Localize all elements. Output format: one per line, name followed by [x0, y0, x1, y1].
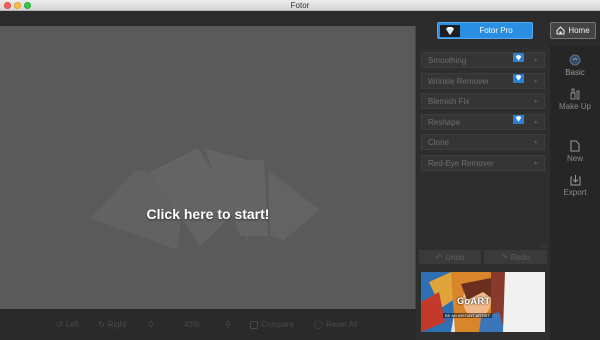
chevron-right-icon: ▸ — [534, 77, 538, 85]
nav-new[interactable]: New — [550, 140, 600, 163]
chevron-right-icon: ▸ — [534, 98, 538, 105]
compare-label: Compare — [261, 320, 294, 329]
zoom-out-button[interactable]: ⚲ — [148, 320, 154, 329]
tool-clone[interactable]: Clone ▸ — [421, 134, 545, 150]
rotate-right-icon: ↻ — [98, 320, 105, 329]
chevron-right-icon: ▸ — [534, 57, 538, 64]
reset-all-label: Reset All — [325, 320, 358, 329]
makeup-icon — [570, 88, 580, 100]
compare-button[interactable]: Compare — [250, 320, 294, 329]
undo-button[interactable]: ↶ Undo — [419, 250, 481, 264]
zoom-level: 43% — [184, 320, 201, 329]
pro-diamond-icon — [513, 73, 524, 83]
new-file-icon — [570, 140, 580, 152]
tool-reshape[interactable]: Reshape ▸ — [421, 113, 545, 130]
redo-button[interactable]: ↷ Redo — [484, 250, 547, 264]
reset-icon: ◯ — [314, 320, 323, 329]
tool-label: Reshape — [428, 117, 461, 127]
home-label: Home — [568, 26, 590, 35]
diamond-icon — [440, 25, 460, 37]
undo-label: Undo — [445, 252, 465, 262]
undo-icon: ↶ — [435, 252, 443, 262]
rotate-left-button[interactable]: ↺ Left — [56, 320, 79, 329]
rotate-right-label: Right — [107, 320, 127, 329]
ad-subtitle: BE AN INSTANT ARTIST — [443, 313, 492, 318]
nav-basic-label: Basic — [565, 68, 585, 77]
tool-label: Smoothing — [428, 56, 467, 65]
zoom-out-icon: ⚲ — [148, 320, 154, 329]
reset-all-button[interactable]: ◯ Reset All — [314, 320, 358, 329]
nav-export-label: Export — [563, 188, 587, 197]
pro-diamond-icon — [513, 114, 524, 124]
tool-label: Blemish Fix — [428, 97, 470, 106]
chevron-right-icon: ▸ — [534, 139, 538, 146]
pro-diamond-icon — [513, 53, 524, 62]
tool-label: Clone — [428, 138, 449, 147]
fotor-pro-label: Fotor Pro — [479, 26, 513, 35]
nav-make-up-label: Make Up — [558, 102, 591, 111]
bottom-toolbar: ↺ Left ↻ Right ⚲ 43% ⚲ Compare ◯ Reset A… — [0, 309, 416, 340]
nav-export[interactable]: Export — [550, 174, 600, 197]
tool-smoothing[interactable]: Smoothing ▸ — [421, 52, 545, 68]
rotate-right-button[interactable]: ↻ Right — [98, 320, 126, 329]
tool-wrinkle-remover[interactable]: Wrinkle Remover ▸ — [421, 72, 545, 89]
zoom-in-button[interactable]: ⚲ — [225, 320, 231, 329]
goart-ad-banner[interactable]: GoART BE AN INSTANT ARTIST — [421, 272, 545, 332]
basic-icon — [569, 54, 581, 66]
tool-list: Smoothing ▸ Wrinkle Remover ▸ Blemish Fi… — [421, 52, 545, 175]
start-prompt[interactable]: Click here to start! — [0, 206, 416, 222]
compare-icon — [250, 320, 258, 329]
chevron-right-icon: ▸ — [534, 118, 538, 126]
home-icon — [556, 26, 565, 35]
redo-icon: ↷ — [501, 252, 508, 262]
tool-label: Wrinkle Remover — [428, 76, 490, 86]
export-icon — [570, 175, 580, 186]
nav-make-up[interactable]: Make Up — [550, 88, 600, 111]
home-button[interactable]: Home — [550, 22, 596, 39]
rotate-left-icon: ↺ — [56, 320, 63, 329]
nav-basic[interactable]: Basic — [550, 54, 600, 77]
tool-blemish-fix[interactable]: Blemish Fix ▸ — [421, 93, 545, 109]
rotate-left-label: Left — [65, 320, 80, 329]
ad-title: GoART — [457, 296, 491, 306]
fotor-pro-button[interactable]: Fotor Pro — [437, 22, 533, 39]
chevron-right-icon: ▸ — [534, 159, 538, 167]
title-bar: Fotor — [0, 0, 600, 11]
photo-canvas[interactable]: Click here to start! — [0, 26, 416, 309]
window-title: Fotor — [290, 1, 310, 10]
redo-label: Redo — [510, 252, 530, 262]
zoom-in-icon: ⚲ — [225, 320, 231, 329]
tool-label: Red-Eye Remover — [428, 158, 494, 168]
tool-red-eye-remover[interactable]: Red-Eye Remover ▸ — [421, 154, 545, 171]
photos-placeholder-icon — [90, 148, 320, 250]
nav-new-label: New — [566, 154, 583, 163]
